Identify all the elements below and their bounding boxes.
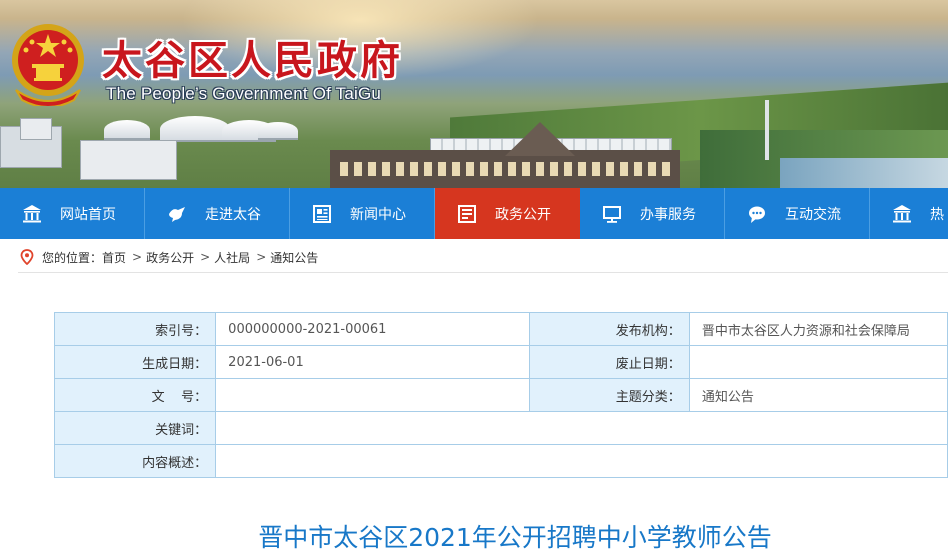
- main-nav: 网站首页 走进太谷 新闻中心 政务公开 办事服务 互动交流 热: [0, 188, 948, 239]
- nav-label: 热: [930, 206, 944, 223]
- nav-item-news[interactable]: 新闻中心: [290, 188, 435, 239]
- bird-icon: [167, 204, 187, 224]
- publisher-value: 晋中市太谷区人力资源和社会保障局: [688, 312, 948, 346]
- breadcrumb-link-home[interactable]: 首页: [102, 249, 126, 266]
- breadcrumb-divider: [18, 272, 948, 273]
- header-banner: 太谷区人民政府 The People’s Government Of TaiGu: [0, 0, 948, 188]
- table-row: 索引号： 000000000-2021-00061 发布机构： 晋中市太谷区人力…: [53, 312, 948, 346]
- doc-no-label: 文 号：: [53, 378, 217, 412]
- document-icon: [457, 204, 477, 224]
- breadcrumb-separator: >: [256, 250, 267, 264]
- institution-icon: [22, 204, 42, 224]
- institution-icon: [892, 204, 912, 224]
- breadcrumb-link-hr-bureau[interactable]: 人社局: [214, 249, 250, 266]
- national-emblem-icon: [8, 20, 88, 108]
- table-row: 文 号： 主题分类： 通知公告: [53, 378, 948, 412]
- breadcrumb-link-notices[interactable]: 通知公告: [270, 249, 318, 266]
- chat-bubble-icon: [747, 204, 767, 224]
- banner-dome: [104, 120, 150, 140]
- topic-value: 通知公告: [688, 378, 948, 412]
- article-title: 晋中市太谷区2021年公开招聘中小学教师公告: [258, 523, 772, 552]
- banner-pond: [780, 158, 948, 188]
- nav-label: 新闻中心: [350, 206, 406, 223]
- banner-tower: [765, 100, 769, 160]
- nav-label: 网站首页: [60, 206, 116, 223]
- created-date-value: 2021-06-01: [215, 345, 531, 379]
- table-row: 关键词：: [53, 411, 948, 445]
- breadcrumb-separator: >: [200, 250, 211, 264]
- breadcrumb-link-gov-affairs[interactable]: 政务公开: [146, 249, 194, 266]
- table-row: 生成日期： 2021-06-01 废止日期：: [53, 345, 948, 379]
- doc-no-value: [215, 378, 531, 412]
- topic-label: 主题分类：: [529, 378, 690, 412]
- summary-label: 内容概述：: [53, 444, 217, 478]
- document-info-table: 索引号： 000000000-2021-00061 发布机构： 晋中市太谷区人力…: [53, 312, 948, 478]
- summary-value: [215, 444, 948, 478]
- banner-dome: [258, 122, 298, 140]
- site-title: 太谷区人民政府: [102, 37, 403, 84]
- nav-item-hot[interactable]: 热: [870, 188, 948, 239]
- monitor-icon: [602, 204, 622, 224]
- newspaper-icon: [312, 204, 332, 224]
- abolish-date-value: [688, 345, 948, 379]
- banner-dome: [160, 116, 230, 142]
- breadcrumb-prefix: 您的位置：: [42, 250, 103, 265]
- nav-item-about[interactable]: 走进太谷: [145, 188, 290, 239]
- breadcrumb: 您的位置： 首页 > 政务公开 > 人社局 > 通知公告: [20, 247, 318, 267]
- nav-item-services[interactable]: 办事服务: [580, 188, 725, 239]
- nav-label: 办事服务: [640, 206, 696, 223]
- abolish-date-label: 废止日期：: [529, 345, 690, 379]
- created-date-label: 生成日期：: [53, 345, 217, 379]
- publisher-label: 发布机构：: [529, 312, 690, 346]
- location-pin-icon: [20, 249, 34, 266]
- table-row: 内容概述：: [53, 444, 948, 478]
- banner-hall-windows: [340, 162, 670, 176]
- banner-building: [20, 118, 52, 140]
- banner-building: [80, 140, 177, 180]
- site-subtitle: The People’s Government Of TaiGu: [106, 84, 382, 103]
- keywords-value: [215, 411, 948, 445]
- nav-label: 互动交流: [785, 206, 841, 223]
- nav-item-interaction[interactable]: 互动交流: [725, 188, 870, 239]
- breadcrumb-separator: >: [132, 250, 143, 264]
- nav-item-home[interactable]: 网站首页: [0, 188, 145, 239]
- nav-item-gov-affairs[interactable]: 政务公开: [435, 188, 580, 239]
- nav-label: 政务公开: [495, 206, 551, 223]
- keywords-label: 关键词：: [53, 411, 217, 445]
- nav-label: 走进太谷: [205, 206, 261, 223]
- index-no-label: 索引号：: [53, 312, 217, 346]
- index-no-value: 000000000-2021-00061: [215, 312, 531, 346]
